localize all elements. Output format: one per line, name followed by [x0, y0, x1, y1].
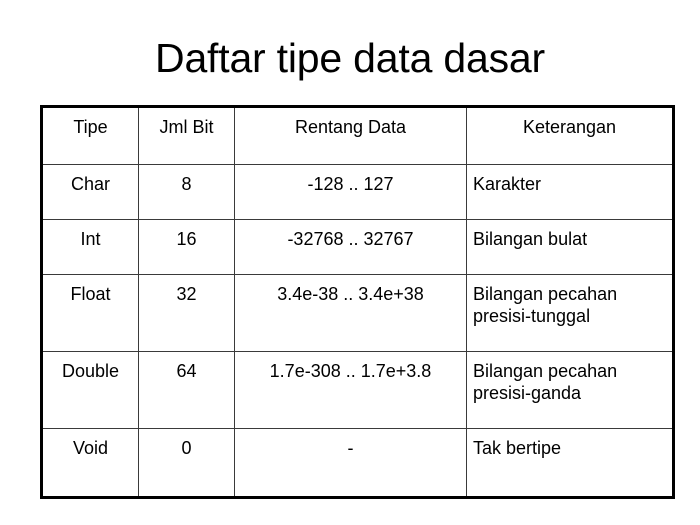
table-row: Char 8 -128 .. 127 Karakter [41, 164, 674, 220]
column-header-rentang-data-label: Rentang Data [294, 117, 407, 137]
data-types-table: Tipe Jml Bit Rentang Data Keterangan Cha… [40, 105, 675, 499]
cell-keterangan-value: Bilangan pecahan presisi-tunggal [473, 284, 618, 326]
table-header-row: Tipe Jml Bit Rentang Data Keterangan [41, 106, 674, 165]
cell-tipe: Void [41, 428, 139, 498]
column-header-tipe: Tipe [41, 106, 139, 165]
cell-keterangan-value: Tak bertipe [473, 438, 562, 458]
table-row: Double 64 1.7e-308 .. 1.7e+3.8 Bilangan … [41, 351, 674, 429]
cell-rentang-data-value: 1.7e-308 .. 1.7e+3.8 [269, 361, 432, 381]
cell-jml-bit: 0 [138, 428, 235, 498]
cell-tipe-value: Char [70, 174, 110, 194]
cell-keterangan-value: Bilangan bulat [473, 229, 588, 249]
cell-keterangan: Bilangan bulat [466, 219, 674, 275]
cell-rentang-data-value: 3.4e-38 .. 3.4e+38 [277, 284, 424, 304]
cell-keterangan-value: Karakter [473, 174, 542, 194]
cell-keterangan: Bilangan pecahan presisi-ganda [466, 351, 674, 429]
cell-tipe-value: Double [61, 361, 120, 381]
table-row: Int 16 -32768 .. 32767 Bilangan bulat [41, 219, 674, 275]
cell-tipe: Char [41, 164, 139, 220]
cell-tipe-value: Float [70, 284, 111, 304]
cell-jml-bit-value: 32 [176, 284, 197, 304]
page-title: Daftar tipe data dasar [155, 35, 545, 81]
column-header-keterangan: Keterangan [466, 106, 674, 165]
cell-rentang-data: -128 .. 127 [234, 164, 467, 220]
cell-rentang-data-value: -128 .. 127 [307, 174, 394, 194]
cell-tipe-value: Int [80, 229, 101, 249]
column-header-jml-bit-label: Jml Bit [159, 117, 214, 137]
cell-rentang-data: 3.4e-38 .. 3.4e+38 [234, 274, 467, 352]
column-header-tipe-label: Tipe [73, 117, 108, 137]
column-header-keterangan-label: Keterangan [522, 117, 617, 137]
cell-jml-bit: 16 [138, 219, 235, 275]
cell-rentang-data: -32768 .. 32767 [234, 219, 467, 275]
cell-jml-bit-value: 8 [181, 174, 192, 194]
cell-rentang-data-value: - [347, 438, 354, 458]
cell-keterangan: Tak bertipe [466, 428, 674, 498]
cell-jml-bit: 64 [138, 351, 235, 429]
cell-rentang-data-value: -32768 .. 32767 [287, 229, 414, 249]
cell-rentang-data: 1.7e-308 .. 1.7e+3.8 [234, 351, 467, 429]
cell-jml-bit: 8 [138, 164, 235, 220]
slide-canvas: Daftar tipe data dasar Tipe Jml Bit Rent… [0, 0, 700, 525]
cell-rentang-data: - [234, 428, 467, 498]
cell-keterangan: Karakter [466, 164, 674, 220]
cell-keterangan-value: Bilangan pecahan presisi-ganda [473, 361, 618, 403]
cell-tipe: Int [41, 219, 139, 275]
column-header-jml-bit: Jml Bit [138, 106, 235, 165]
cell-jml-bit-value: 16 [176, 229, 197, 249]
cell-tipe: Double [41, 351, 139, 429]
cell-tipe-value: Void [72, 438, 109, 458]
table-row: Float 32 3.4e-38 .. 3.4e+38 Bilangan pec… [41, 274, 674, 352]
cell-jml-bit-value: 64 [176, 361, 197, 381]
table-row: Void 0 - Tak bertipe [41, 428, 674, 498]
column-header-rentang-data: Rentang Data [234, 106, 467, 165]
cell-jml-bit: 32 [138, 274, 235, 352]
cell-keterangan: Bilangan pecahan presisi-tunggal [466, 274, 674, 352]
cell-tipe: Float [41, 274, 139, 352]
cell-jml-bit-value: 0 [181, 438, 192, 458]
